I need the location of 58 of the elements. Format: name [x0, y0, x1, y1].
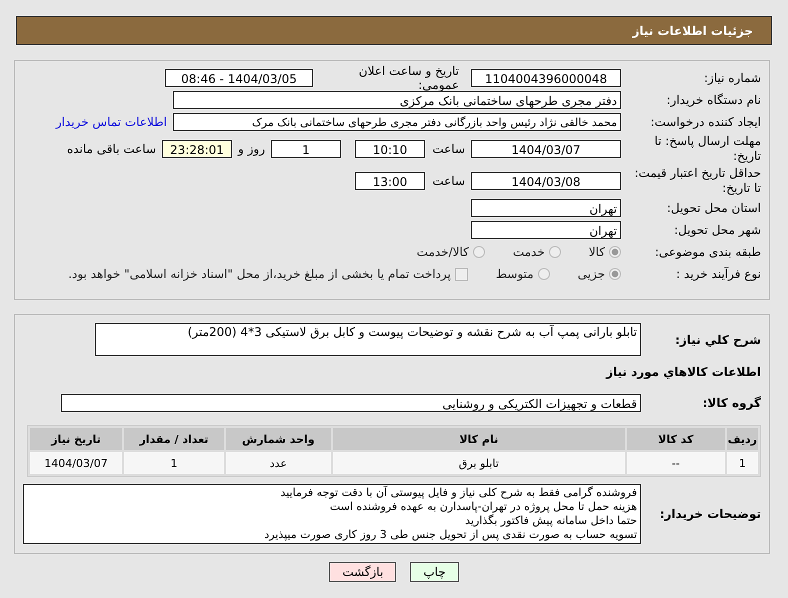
requester-field: محمد خالقی نژاد رئیس واحد بازرگانی دفتر مجری طرحهای ساختمانی بانک مرک [173, 113, 621, 131]
field-label: حداقل تاریخ اعتبار قیمت: تا تاریخ: [633, 166, 761, 196]
province-field: تهران [471, 199, 621, 217]
table-cell: 1 [726, 452, 758, 474]
deadline-time-field: 10:10 [355, 140, 425, 158]
column-header: تاریخ نیاز [30, 428, 122, 450]
category-radio[interactable]: کالا/خدمت [416, 245, 485, 259]
back-button[interactable]: بازگشت [329, 562, 396, 582]
note-line: حتما داخل سامانه پیش فاکتور بگذارید [464, 514, 637, 528]
column-header: نام کالا [332, 428, 625, 450]
field-label: نام دستگاه خریدار: [666, 93, 761, 107]
field-label: شرح کلي نياز: [674, 333, 761, 347]
announce-date-field: 1404/03/05 - 08:46 [165, 69, 313, 87]
goods-group-field: قطعات و تجهیزات الکتریکی و روشنایی [61, 394, 641, 412]
days-label: روز و [238, 142, 265, 156]
contact-link[interactable]: اطلاعات تماس خریدار [56, 115, 167, 129]
field-label: ایجاد کننده درخواست: [649, 115, 761, 129]
field-label: گروه کالا: [702, 396, 761, 410]
time-label: ساعت [431, 174, 465, 188]
remaining-time-field: 23:28:01 [162, 140, 232, 158]
field-label: تاریخ و ساعت اعلان عمومی: [358, 64, 459, 92]
column-header: واحد شمارش [226, 428, 331, 450]
days-field: 1 [271, 140, 341, 158]
header-title: جزئیات اطلاعات نیاز [632, 24, 753, 38]
field-label: مهلت ارسال پاسخ: تا تاریخ: [653, 134, 761, 164]
category-radio[interactable]: کالا [588, 245, 621, 259]
remaining-label: ساعت باقی مانده [66, 142, 156, 156]
column-header: کد کالا [626, 428, 725, 450]
deadline-date-field: 1404/03/07 [471, 140, 621, 158]
table-cell: 1 [124, 452, 224, 474]
time-label: ساعت [431, 142, 465, 156]
field-label: نوع فرآیند خرید : [675, 267, 761, 281]
column-header: تعداد / مقدار [124, 428, 224, 450]
section-title: اطلاعات كالاهاي مورد نياز [604, 364, 761, 381]
process-radio[interactable]: جزیی [578, 267, 621, 281]
table-cell: تابلو برق [332, 452, 625, 474]
field-label: استان محل تحویل: [666, 201, 761, 215]
field-label: توضیحات خریدار: [658, 507, 761, 521]
city-field: تهران [471, 221, 621, 239]
table-cell: 1404/03/07 [30, 452, 122, 474]
field-label: شهر محل تحویل: [673, 223, 761, 237]
note-line: تسویه حساب به صورت نقدی پس از تحویل جنس طی 3 روز کاری صورت میپذیرد [263, 528, 637, 542]
note-line: هزینه حمل تا محل پروژه در تهران-پاسدارن به عهده فروشنده است [328, 500, 637, 514]
buyer-field: دفتر مجری طرحهای ساختمانی بانک مرکزی [173, 91, 621, 109]
validity-date-field: 1404/03/08 [471, 172, 621, 190]
process-radio[interactable]: متوسط [496, 267, 550, 281]
table-cell: عدد [226, 452, 331, 474]
print-button[interactable]: چاپ [410, 562, 459, 582]
description-field: تابلو بارانی پمپ آب به شرح نقشه و توضیحات پیوست و کابل برق لاستیکی 3*4 (200متر) [95, 323, 641, 356]
column-header: ردیف [726, 428, 758, 450]
validity-time-field: 13:00 [355, 172, 425, 190]
note-line: فروشنده گرامی فقط به شرح کلی نیاز و فایل پیوستی آن با دقت توجه فرمایید [279, 486, 637, 500]
field-label: شماره نیاز: [703, 71, 761, 85]
need-number-field: 1104004396000048 [471, 69, 621, 87]
table-cell: -- [626, 452, 725, 474]
field-label: طبقه بندی موضوعی: [654, 245, 761, 259]
category-radio[interactable]: خدمت [512, 245, 561, 259]
payment-checkbox[interactable]: پرداخت تمام یا بخشی از مبلغ خرید،از محل "اسناد خزانه اسلامی" خواهد بود. [68, 267, 468, 281]
